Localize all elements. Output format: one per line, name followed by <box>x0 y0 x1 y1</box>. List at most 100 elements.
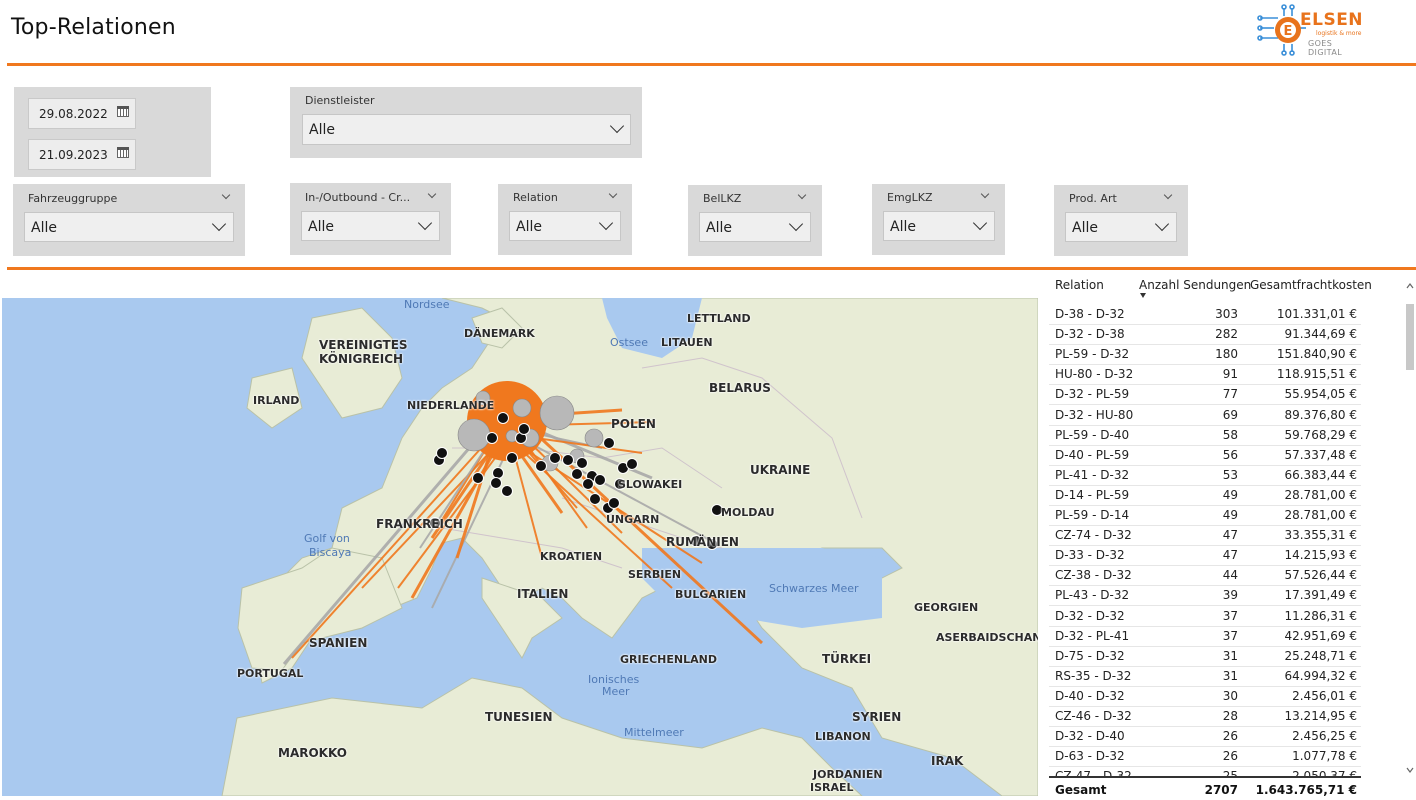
table-scrollbar[interactable] <box>1404 278 1416 778</box>
table-row[interactable]: D-32 - D-38 282 91.344,69 € <box>1049 324 1361 346</box>
chevron-down-icon[interactable] <box>221 190 231 200</box>
column-header-count[interactable]: Anzahl Sendungen <box>1139 278 1251 292</box>
cell-relation: D-32 - D-32 <box>1055 608 1125 623</box>
cell-relation: D-32 - PL-41 <box>1055 628 1130 643</box>
table-row[interactable]: D-38 - D-32 303 101.331,01 € <box>1049 304 1361 325</box>
relation-bubble[interactable] <box>436 447 448 459</box>
water-label: Golf von <box>304 532 350 545</box>
relation-bubble[interactable] <box>594 474 606 486</box>
cell-cost: 57.337,48 € <box>1284 447 1357 462</box>
elsen-logo: E ELSEN logistik & more GOES DIGITAL <box>1256 4 1366 57</box>
map-label: ISRAEL <box>810 781 854 794</box>
water-label: Biscaya <box>309 546 352 559</box>
relation-bubble[interactable] <box>486 432 498 444</box>
table-row[interactable]: RS-35 - D-32 31 64.994,32 € <box>1049 666 1361 687</box>
prodart-dropdown[interactable]: Alle <box>1065 212 1177 242</box>
dropdown-value: Alle <box>308 219 334 235</box>
cell-count: 37 <box>1222 608 1238 623</box>
table-row[interactable]: D-32 - D-32 37 11.286,31 € <box>1049 606 1361 627</box>
map-label: BELARUS <box>709 381 771 395</box>
table-row[interactable]: D-32 - D-40 26 2.456,25 € <box>1049 726 1361 748</box>
relation-bubble[interactable] <box>549 452 561 464</box>
water-label: Nordsee <box>404 298 450 311</box>
relation-bubble[interactable] <box>539 395 575 431</box>
dienstleister-dropdown[interactable]: Alle <box>302 114 631 145</box>
table-row[interactable]: D-33 - D-32 47 14.215,93 € <box>1049 545 1361 567</box>
map-label: SLOWAKEI <box>618 478 683 491</box>
relations-table: Relation Anzahl Sendungen Gesamtfrachtko… <box>1049 272 1413 800</box>
chevron-down-icon <box>211 216 227 232</box>
map-label: TÜRKEI <box>822 652 872 666</box>
table-row[interactable]: D-32 - PL-59 77 55.954,05 € <box>1049 384 1361 406</box>
relation-bubble[interactable] <box>501 485 513 497</box>
calendar-icon[interactable] <box>117 106 129 117</box>
table-row[interactable]: D-32 - PL-41 37 42.951,69 € <box>1049 626 1361 647</box>
table-row[interactable]: CZ-46 - D-32 28 13.214,95 € <box>1049 706 1361 727</box>
relation-bubble[interactable] <box>582 478 594 490</box>
relation-bubble[interactable] <box>576 457 588 469</box>
map-label: SYRIEN <box>852 710 902 724</box>
map-label: LIBANON <box>815 730 871 743</box>
calendar-icon[interactable] <box>117 147 129 158</box>
table-row[interactable]: CZ-38 - D-32 44 57.526,44 € <box>1049 565 1361 587</box>
relation-bubble[interactable] <box>608 497 620 509</box>
table-row[interactable]: HU-80 - D-32 91 118.915,51 € <box>1049 364 1361 386</box>
chevron-down-icon[interactable] <box>608 189 618 199</box>
relation-bubble[interactable] <box>535 460 547 472</box>
bellkz-dropdown[interactable]: Alle <box>699 212 811 242</box>
column-header-cost[interactable]: Gesamtfrachtkosten <box>1250 278 1372 292</box>
cell-count: 69 <box>1222 407 1238 422</box>
relation-dropdown[interactable]: Alle <box>509 211 621 241</box>
fahrzeuggruppe-dropdown[interactable]: Alle <box>24 212 234 242</box>
table-row[interactable]: D-63 - D-32 26 1.077,78 € <box>1049 746 1361 768</box>
relation-bubble[interactable] <box>518 423 530 435</box>
cell-cost: 118.915,51 € <box>1276 367 1357 382</box>
chevron-down-icon[interactable] <box>1163 190 1173 200</box>
relation-bubble[interactable] <box>584 428 604 448</box>
relation-bubble[interactable] <box>490 477 502 489</box>
end-date-input[interactable]: 21.09.2023 <box>28 139 136 170</box>
table-row[interactable]: CZ-74 - D-32 47 33.355,31 € <box>1049 525 1361 547</box>
table-row[interactable]: D-75 - D-32 31 25.248,71 € <box>1049 646 1361 667</box>
relation-bubble[interactable] <box>512 398 532 418</box>
table-row[interactable]: PL-41 - D-32 53 66.383,44 € <box>1049 465 1361 486</box>
relation-bubble[interactable] <box>571 468 583 480</box>
dropdown-value: Alle <box>309 122 335 138</box>
table-row[interactable]: D-40 - D-32 30 2.456,01 € <box>1049 686 1361 707</box>
relation-bubble[interactable] <box>472 472 484 484</box>
scroll-thumb[interactable] <box>1406 304 1414 370</box>
table-row[interactable]: D-14 - PL-59 49 28.781,00 € <box>1049 485 1361 506</box>
relation-bubble[interactable] <box>457 418 491 452</box>
relations-map[interactable]: VEREINIGTES KÖNIGREICH DÄNEMARK LETTLAND… <box>2 298 1038 796</box>
table-row[interactable]: PL-59 - D-32 180 151.840,90 € <box>1049 344 1361 366</box>
table-row[interactable]: PL-43 - D-32 39 17.391,49 € <box>1049 585 1361 607</box>
emglkz-dropdown[interactable]: Alle <box>883 211 995 241</box>
start-date-input[interactable]: 29.08.2022 <box>28 98 136 129</box>
cell-cost: 28.781,00 € <box>1284 508 1357 522</box>
relation-bubble[interactable] <box>492 467 504 479</box>
map-label: IRLAND <box>253 394 300 407</box>
relation-bubble[interactable] <box>626 458 638 470</box>
map-label: LETTLAND <box>687 312 751 325</box>
inoutbound-dropdown[interactable]: Alle <box>301 211 440 241</box>
chevron-down-icon[interactable] <box>980 189 990 199</box>
scroll-up-icon[interactable] <box>1406 283 1414 289</box>
table-row[interactable]: PL-59 - D-40 58 59.768,29 € <box>1049 425 1361 446</box>
chevron-down-icon[interactable] <box>797 190 807 200</box>
chevron-down-icon[interactable] <box>427 189 437 199</box>
table-row[interactable]: PL-59 - D-14 49 28.781,00 € <box>1049 505 1361 526</box>
cell-relation: D-14 - PL-59 <box>1055 487 1130 502</box>
column-header-relation[interactable]: Relation <box>1055 278 1104 292</box>
relation-bubble[interactable] <box>562 454 574 466</box>
table-row[interactable]: D-32 - HU-80 69 89.376,80 € <box>1049 405 1361 426</box>
cell-cost: 57.526,44 € <box>1284 568 1357 583</box>
chevron-down-icon <box>598 215 614 231</box>
table-row[interactable]: D-40 - PL-59 56 57.337,48 € <box>1049 445 1361 466</box>
cell-count: 37 <box>1222 628 1238 643</box>
scroll-down-icon[interactable] <box>1406 767 1414 773</box>
cell-count: 47 <box>1222 528 1238 543</box>
relation-bubble[interactable] <box>506 452 518 464</box>
relation-bubble[interactable] <box>589 493 601 505</box>
relation-bubble[interactable] <box>603 437 615 449</box>
relation-bubble[interactable] <box>497 412 509 424</box>
